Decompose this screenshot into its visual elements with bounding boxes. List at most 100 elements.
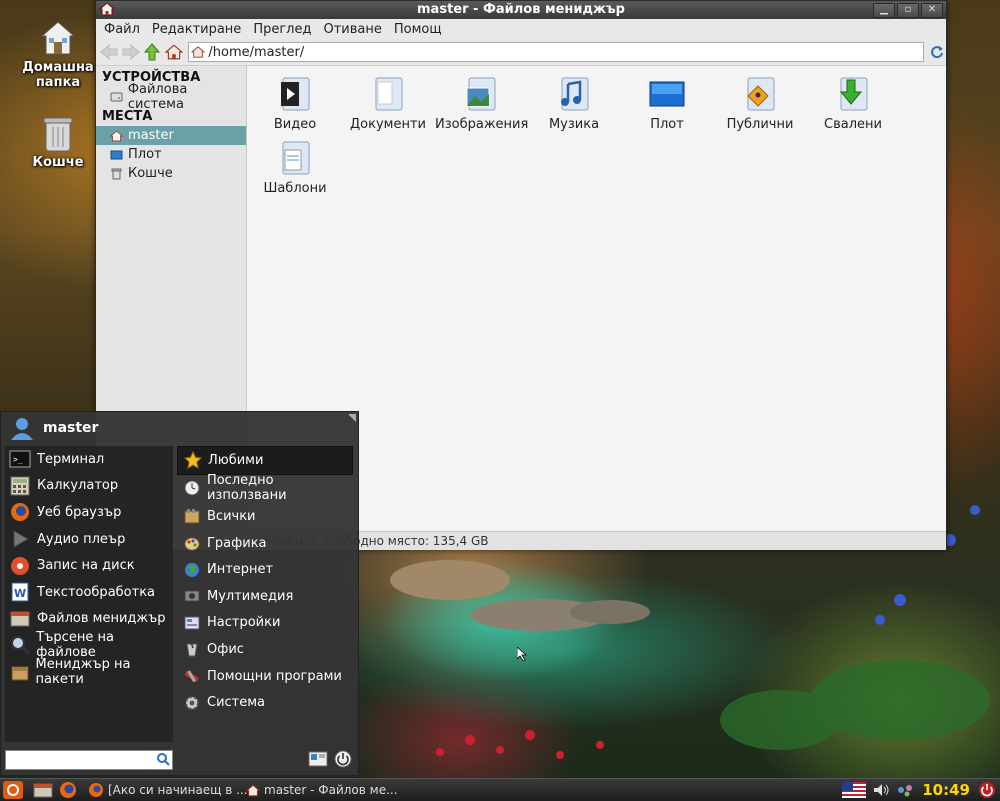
home-button[interactable] bbox=[165, 41, 184, 63]
firefox-icon bbox=[11, 503, 29, 522]
clock[interactable]: 10:49 bbox=[922, 779, 970, 801]
menu-help[interactable]: Помощ bbox=[388, 22, 448, 37]
keyboard-layout-indicator[interactable] bbox=[842, 779, 866, 801]
toolbar: /home/master/ bbox=[96, 39, 946, 66]
power-icon bbox=[334, 750, 352, 768]
calculator-icon bbox=[10, 476, 30, 496]
folder-music[interactable]: Музика bbox=[528, 74, 620, 132]
refresh-icon bbox=[930, 46, 943, 59]
menu-user-header[interactable]: master bbox=[1, 412, 358, 444]
menu-category-utilities[interactable]: Помощни програми bbox=[177, 663, 357, 690]
up-button[interactable] bbox=[143, 41, 162, 63]
menu-category-recent[interactable]: Последно използвани bbox=[177, 473, 357, 503]
menu-app-label: Терминал bbox=[37, 451, 105, 467]
gear-icon bbox=[185, 695, 199, 710]
arrow-up-icon bbox=[144, 43, 161, 61]
folder-public[interactable]: Публични bbox=[714, 74, 806, 132]
sidebar-item-label: Файлова система bbox=[127, 81, 188, 112]
file-label: Свалени bbox=[824, 117, 882, 132]
menu-app-package-manager[interactable]: Мениджър на пакети bbox=[5, 657, 173, 687]
menu-app-file-search[interactable]: Търсене на файлове bbox=[5, 630, 173, 660]
desktop-icon-home[interactable]: Домашна папка bbox=[13, 18, 103, 90]
desktop-icon-trash[interactable]: Кошче bbox=[13, 115, 103, 170]
file-label: Изображения bbox=[435, 117, 529, 132]
file-label: Плот bbox=[650, 117, 684, 132]
taskbar-task-browser[interactable]: [Ако си начинаещ в ... bbox=[88, 781, 248, 799]
menu-app-browser[interactable]: Уеб браузър bbox=[5, 499, 173, 526]
network-indicator[interactable] bbox=[896, 779, 914, 801]
folder-documents[interactable]: Документи bbox=[342, 74, 434, 132]
window-titlebar[interactable]: master - Файлов мениджър ▁ ▫ ✕ bbox=[96, 1, 946, 19]
menu-category-label: Любими bbox=[208, 452, 264, 468]
menu-category-system[interactable]: Система bbox=[177, 689, 357, 716]
close-button[interactable]: ✕ bbox=[921, 3, 943, 18]
menu-power-button[interactable] bbox=[334, 750, 352, 771]
multimedia-icon bbox=[184, 590, 200, 602]
menu-go[interactable]: Отиване bbox=[317, 22, 387, 37]
folder-downloads[interactable]: Свалени bbox=[807, 74, 899, 132]
taskbar-task-file-manager[interactable]: master - Файлов ме... bbox=[246, 781, 398, 799]
menu-app-word-processor[interactable]: W Текстообработка bbox=[5, 579, 173, 606]
menu-category-office[interactable]: Офис bbox=[177, 636, 357, 663]
sidebar-item-master[interactable]: master bbox=[96, 126, 246, 145]
desktop-icon-label: Кошче bbox=[32, 155, 84, 170]
menu-category-graphics[interactable]: Графика bbox=[177, 530, 357, 557]
screen-icon bbox=[308, 751, 328, 767]
menu-app-label: Аудио плеър bbox=[37, 531, 126, 547]
disc-burner-icon bbox=[11, 556, 29, 575]
address-bar[interactable]: /home/master/ bbox=[188, 42, 925, 62]
menu-search-input[interactable] bbox=[5, 750, 173, 770]
menu-lock-screen-button[interactable] bbox=[308, 750, 328, 771]
folder-video[interactable]: Видео bbox=[249, 74, 341, 132]
start-menu-button[interactable] bbox=[2, 779, 24, 801]
file-label: Шаблони bbox=[263, 181, 327, 196]
search-icon bbox=[157, 753, 170, 766]
menu-app-audio-player[interactable]: Аудио плеър bbox=[5, 526, 173, 553]
sidebar-item-filesystem[interactable]: Файлова система bbox=[96, 82, 246, 112]
power-icon bbox=[979, 782, 995, 798]
folder-pictures[interactable]: Изображения bbox=[435, 74, 529, 132]
menu-resize-handle[interactable] bbox=[348, 414, 356, 422]
refresh-button[interactable] bbox=[927, 41, 946, 63]
home-icon bbox=[110, 130, 123, 141]
file-label: Музика bbox=[548, 117, 600, 132]
sidebar-item-desktop[interactable]: Плот bbox=[96, 145, 246, 164]
menu-edit[interactable]: Редактиране bbox=[146, 22, 247, 37]
firefox-icon bbox=[60, 782, 76, 798]
folder-desktop[interactable]: Плот bbox=[621, 74, 713, 132]
menu-category-label: Офис bbox=[207, 641, 244, 657]
logout-button[interactable] bbox=[978, 779, 996, 801]
menu-app-disc-burner[interactable]: Запис на диск bbox=[5, 552, 173, 579]
maximize-button[interactable]: ▫ bbox=[897, 3, 919, 18]
desktop-folder-icon bbox=[649, 81, 685, 107]
volume-icon bbox=[874, 784, 889, 796]
office-icon bbox=[186, 642, 198, 657]
volume-indicator[interactable] bbox=[872, 779, 890, 801]
sidebar-item-trash[interactable]: Кошче bbox=[96, 164, 246, 183]
firefox-icon bbox=[89, 783, 103, 797]
menu-category-multimedia[interactable]: Мултимедия bbox=[177, 583, 357, 610]
forward-button[interactable] bbox=[122, 41, 141, 63]
audio-player-icon bbox=[13, 530, 30, 548]
minimize-button[interactable]: ▁ bbox=[873, 3, 895, 18]
utilities-icon bbox=[184, 670, 199, 683]
menu-category-internet[interactable]: Интернет bbox=[177, 556, 357, 583]
settings-icon bbox=[184, 616, 200, 630]
back-button[interactable] bbox=[100, 41, 119, 63]
menu-file[interactable]: Файл bbox=[98, 22, 146, 37]
quicklaunch-file-manager[interactable] bbox=[32, 779, 54, 801]
sidebar-item-label: master bbox=[128, 128, 174, 143]
window-app-icon[interactable] bbox=[98, 2, 116, 22]
quicklaunch-browser[interactable] bbox=[58, 779, 78, 801]
folder-templates[interactable]: Шаблони bbox=[249, 138, 341, 196]
menu-category-label: Система bbox=[207, 695, 266, 711]
menu-category-settings[interactable]: Настройки bbox=[177, 610, 357, 637]
menu-app-file-manager[interactable]: Файлов мениджър bbox=[5, 606, 173, 633]
menu-category-favorites[interactable]: Любими bbox=[177, 446, 353, 475]
menu-app-terminal[interactable]: >_ Терминал bbox=[5, 446, 173, 473]
sidebar-item-label: Кошче bbox=[128, 166, 173, 181]
menu-app-calculator[interactable]: Калкулатор bbox=[5, 473, 173, 500]
documents-folder-icon bbox=[375, 77, 403, 111]
menu-category-all[interactable]: Всички bbox=[177, 503, 357, 530]
menu-view[interactable]: Преглед bbox=[247, 22, 317, 37]
